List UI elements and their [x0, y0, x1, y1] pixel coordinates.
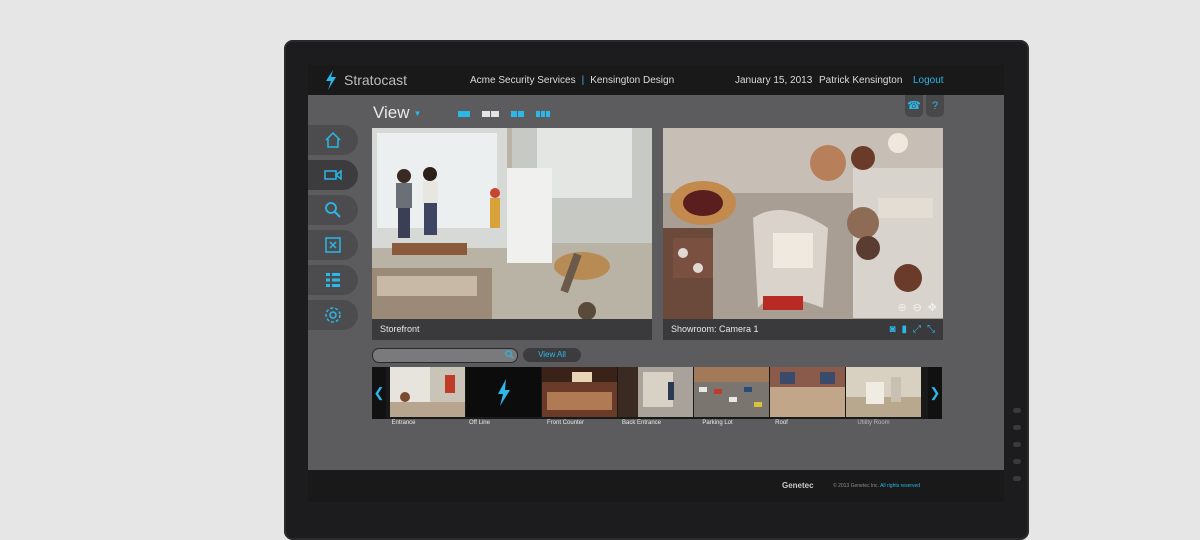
search-icon[interactable] [505, 350, 514, 359]
nav-list-button[interactable] [308, 265, 358, 295]
thumbnail-label: Front Counter [546, 420, 585, 426]
thumbnail-label: Back Entrance [621, 420, 662, 426]
camera-search-input[interactable] [379, 349, 499, 362]
thumbnail-entrance[interactable] [390, 367, 465, 417]
thumbnail-image [846, 367, 921, 417]
chevron-right-icon[interactable]: ❯ [928, 367, 942, 419]
view-label: View [373, 103, 410, 122]
zoom-out-icon[interactable]: ⊖ [913, 301, 922, 314]
layout-1x1-button[interactable] [458, 111, 470, 117]
breadcrumb-company[interactable]: Acme Security Services [470, 75, 576, 86]
camera-toolbar: ◙ ▮ ⤢ ⤡ [889, 319, 935, 340]
nav-settings-button[interactable] [308, 300, 358, 330]
help-buttons: ☎ ? [905, 95, 944, 117]
genetec-logo: Genetec [782, 481, 814, 490]
monitor-button[interactable] [1013, 459, 1021, 464]
camera-ptz-controls: ⊕ ⊖ ✥ [897, 301, 937, 314]
camera-search-field [372, 348, 518, 363]
camera-tile-showroom[interactable]: ⊕ ⊖ ✥ Showroom: Camera 1 ◙ ▮ ⤢ ⤡ [663, 128, 943, 340]
thumbnail-image [390, 367, 465, 417]
phone-icon[interactable]: ☎ [905, 95, 923, 117]
monitor-button[interactable] [1013, 425, 1021, 430]
layout-2x2-button[interactable] [511, 111, 524, 117]
camera-name: Storefront [380, 324, 420, 334]
breadcrumb: Acme Security Services | Kensington Design [470, 75, 674, 86]
zoom-in-icon[interactable]: ⊕ [897, 301, 906, 314]
logout-link[interactable]: Logout [913, 75, 944, 86]
view-dropdown[interactable]: View ▼ [373, 103, 421, 123]
camera-feed-image [372, 128, 652, 319]
thumbnail-image [618, 367, 693, 417]
camera-footer: Showroom: Camera 1 ◙ ▮ ⤢ ⤡ [663, 319, 943, 340]
bolt-icon [326, 70, 336, 90]
app-name: Stratocast [344, 72, 408, 88]
breadcrumb-site[interactable]: Kensington Design [590, 75, 674, 86]
current-date: January 15, 2013 [735, 75, 813, 86]
monitor-button[interactable] [1013, 442, 1021, 447]
user-name: Patrick Kensington [819, 75, 903, 86]
layout-3x3-button[interactable] [536, 111, 550, 117]
copyright-notice: © 2013 Genetec Inc. [833, 483, 879, 489]
thumbnail-label: Off Line [469, 420, 490, 426]
layout-selector [458, 111, 550, 117]
events-icon [325, 237, 341, 253]
thumbnail-label: Utility Room [857, 420, 890, 426]
pan-icon[interactable]: ✥ [928, 301, 937, 314]
bookmark-icon[interactable]: ▮ [901, 319, 907, 340]
camera-thumbnail-strip: ❮ ❯ [372, 367, 942, 419]
help-icon[interactable]: ? [926, 95, 944, 117]
nav-live-video-button[interactable] [308, 160, 358, 190]
rights-reserved-link[interactable]: All rights reserved [880, 483, 920, 489]
nav-home-button[interactable] [308, 125, 358, 155]
camera-feed-image [663, 128, 943, 319]
app-screen: Stratocast Acme Security Services | Kensin… [308, 65, 1004, 502]
gear-icon [325, 307, 341, 323]
layout-2x1-button[interactable] [482, 111, 499, 117]
camera-tile-storefront[interactable]: Storefront [372, 128, 652, 340]
nav-events-button[interactable] [308, 230, 358, 260]
caret-down-icon: ▼ [413, 109, 422, 119]
thumbnail-back-entrance[interactable] [618, 367, 693, 417]
thumbnail-image [770, 367, 845, 417]
video-camera-icon [324, 169, 342, 181]
footer: Genetec © 2013 Genetec Inc. All rights r… [308, 470, 1004, 502]
home-icon [325, 131, 341, 148]
copyright-text: © 2013 Genetec Inc. All rights reserved [833, 483, 920, 489]
thumbnail-label: Entrance [391, 420, 416, 426]
thumbnail-image [542, 367, 617, 417]
snapshot-icon[interactable]: ◙ [889, 319, 895, 340]
thumbnail-label: Roof [775, 420, 788, 426]
breadcrumb-separator: | [581, 75, 585, 86]
thumbnail-off-line[interactable] [466, 367, 541, 417]
nav-search-button[interactable] [308, 195, 358, 225]
monitor-buttons [1013, 408, 1023, 493]
camera-footer: Storefront [372, 319, 652, 340]
camera-name: Showroom: Camera 1 [671, 324, 759, 334]
app-logo: Stratocast [324, 70, 407, 90]
thumbnail-image [694, 367, 769, 417]
chevron-left-icon[interactable]: ❮ [372, 367, 386, 419]
list-icon [326, 273, 340, 287]
thumbnail-utility-room[interactable] [846, 367, 921, 417]
thumbnail-front-counter[interactable] [542, 367, 617, 417]
thumbnail-parking-lot[interactable] [694, 367, 769, 417]
thumbnail-roof[interactable] [770, 367, 845, 417]
monitor-button[interactable] [1013, 476, 1021, 481]
search-icon [325, 202, 341, 218]
expand-icon[interactable]: ⤢ [913, 319, 921, 340]
monitor-button[interactable] [1013, 408, 1021, 413]
view-all-button[interactable]: View All [523, 348, 581, 362]
fullscreen-icon[interactable]: ⤡ [927, 319, 935, 340]
thumbnail-image [466, 367, 541, 417]
side-nav [308, 125, 360, 335]
top-bar: Stratocast Acme Security Services | Kensin… [308, 65, 1004, 95]
